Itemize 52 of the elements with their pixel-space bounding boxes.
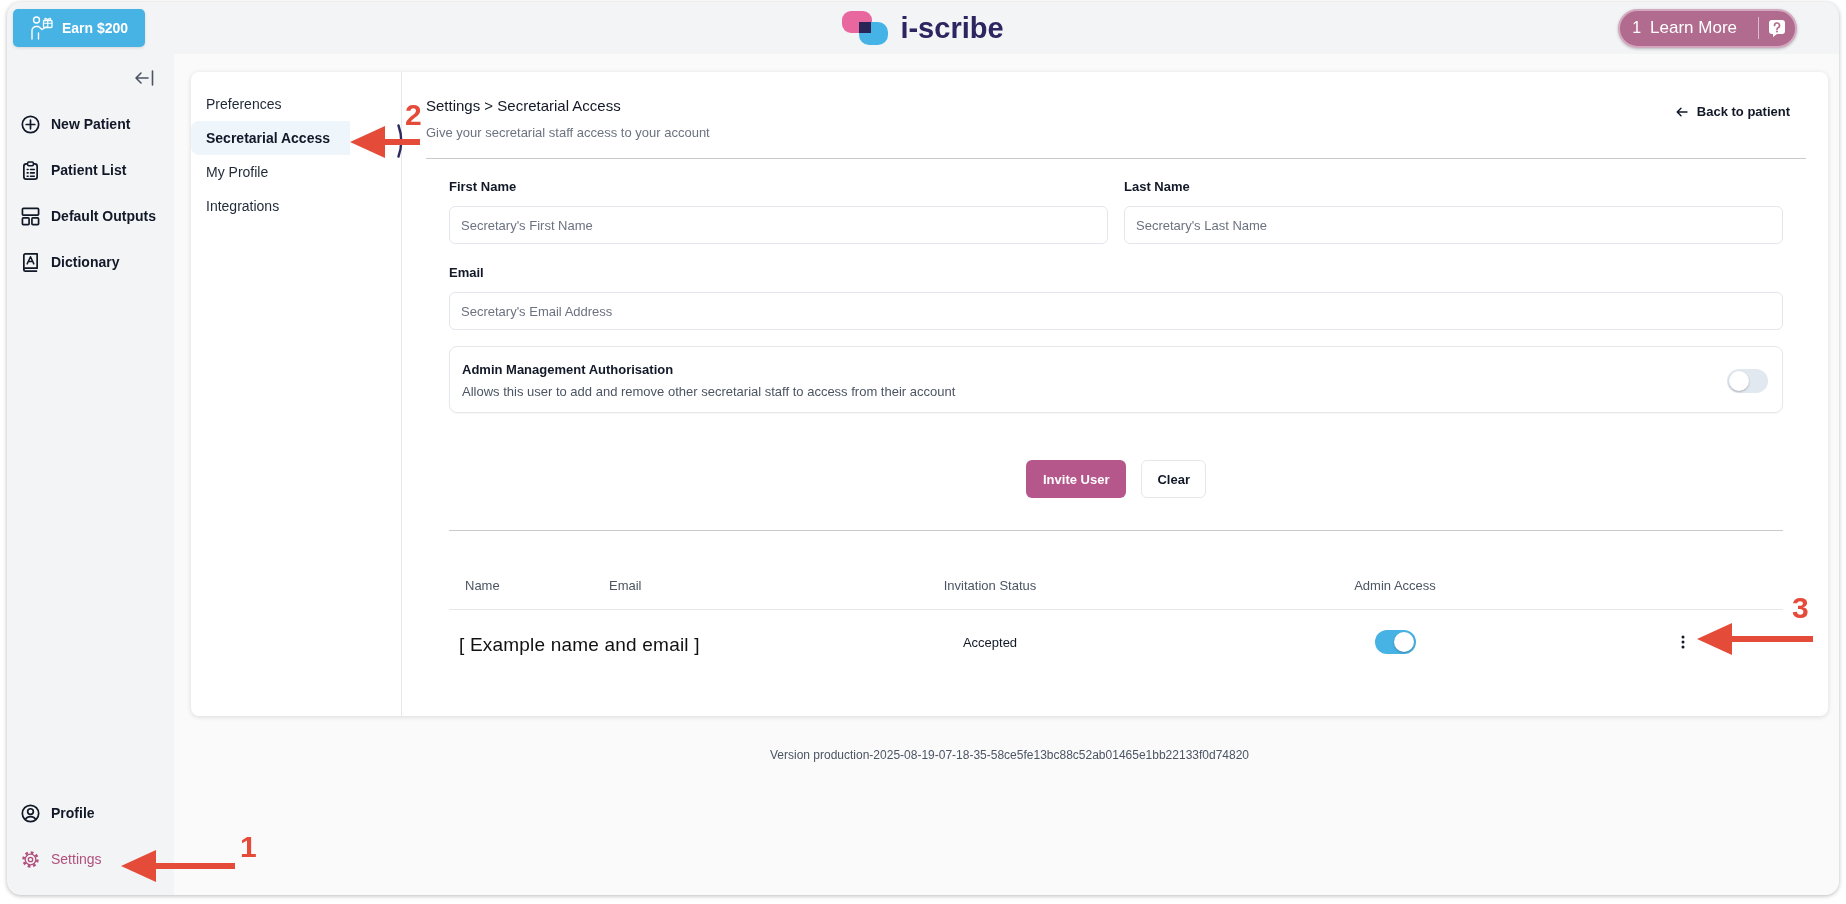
book-icon bbox=[21, 252, 40, 272]
settings-nav-item[interactable]: My Profile bbox=[191, 155, 350, 189]
option-title: Admin Management Authorisation bbox=[462, 360, 675, 379]
field-label: Last Name bbox=[1124, 178, 1190, 196]
column-header: Invitation Status bbox=[943, 577, 1037, 593]
learn-more-button[interactable]: 1 Learn More bbox=[1618, 8, 1797, 48]
settings-icon bbox=[21, 849, 40, 869]
clipboard-list-icon bbox=[21, 160, 40, 180]
column-header: Email bbox=[609, 577, 642, 593]
brand-name: i-scribe bbox=[900, 11, 1004, 45]
version-text: Version production-2025-08-19-07-18-35-58ce5fe13bc88c52ab01465e1bb22133f0d74820 bbox=[769, 748, 1250, 762]
help-icon bbox=[1768, 19, 1786, 37]
settings-nav-item[interactable]: Secretarial Access bbox=[191, 121, 350, 155]
step-number: 3 bbox=[1792, 593, 1809, 623]
toggle-switch[interactable] bbox=[1727, 368, 1768, 393]
arrow-left-icon bbox=[1675, 107, 1688, 117]
option-description: Allows this user to add and remove other secretarial staff to access from their account bbox=[462, 382, 956, 401]
field-label: Email bbox=[449, 264, 484, 282]
back-link[interactable]: Back to patient bbox=[1675, 103, 1790, 121]
status-cell: Accepted bbox=[962, 634, 1018, 650]
sidebar-item[interactable]: New Patient bbox=[7, 101, 137, 147]
plus-circle-icon bbox=[21, 114, 40, 134]
column-header: Name bbox=[465, 577, 500, 593]
sidebar-item[interactable]: Profile bbox=[7, 790, 101, 836]
collapse-icon[interactable] bbox=[134, 70, 154, 86]
sidebar-item[interactable]: Patient List bbox=[7, 147, 133, 193]
input-field[interactable]: Secretary's First Name bbox=[449, 206, 1108, 244]
input-field[interactable]: Secretary's Email Address bbox=[449, 292, 1783, 330]
more-icon[interactable] bbox=[1681, 635, 1685, 649]
bracket-icon bbox=[397, 124, 405, 158]
logo-icon bbox=[842, 11, 889, 45]
clear-button[interactable]: Clear bbox=[1141, 460, 1206, 498]
page-subtitle: Give your secretarial staff access to your account bbox=[426, 124, 710, 142]
column-header: Admin Access bbox=[1354, 577, 1436, 593]
sidebar-item[interactable]: Default Outputs bbox=[7, 193, 162, 239]
notification-count: 1 bbox=[1632, 19, 1642, 37]
settings-nav-item[interactable]: Preferences bbox=[191, 87, 350, 121]
pointer-arrow bbox=[350, 126, 420, 158]
settings-nav-item[interactable]: Integrations bbox=[191, 189, 350, 223]
input-field[interactable]: Secretary's Last Name bbox=[1124, 206, 1783, 244]
invite-button[interactable]: Invite User bbox=[1026, 460, 1127, 498]
person-gift-icon bbox=[31, 16, 53, 40]
user-circle-icon bbox=[21, 803, 40, 823]
step-number: 2 bbox=[405, 100, 422, 130]
table-cell: [ Example name and email ] bbox=[459, 634, 700, 656]
breadcrumb: Settings > Secretarial Access bbox=[426, 96, 622, 116]
step-number: 1 bbox=[240, 832, 257, 862]
field-label: First Name bbox=[449, 178, 517, 196]
layout-icon bbox=[21, 206, 40, 226]
toggle-switch[interactable] bbox=[1374, 630, 1416, 654]
sidebar-item[interactable]: Settings bbox=[7, 836, 108, 882]
sidebar-item[interactable]: Dictionary bbox=[7, 239, 126, 285]
